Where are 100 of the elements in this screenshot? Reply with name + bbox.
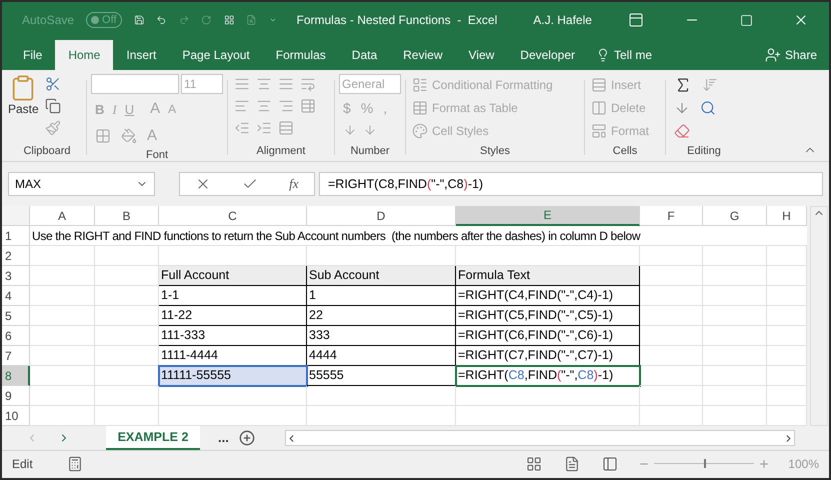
ribbon-tab[interactable]: File bbox=[10, 40, 56, 70]
normal-view-icon[interactable] bbox=[526, 456, 542, 472]
row-header[interactable]: 6 bbox=[2, 326, 30, 346]
empty-cell[interactable] bbox=[703, 306, 767, 326]
empty-cell[interactable] bbox=[703, 286, 767, 306]
empty-cell[interactable] bbox=[640, 306, 703, 326]
empty-cell[interactable] bbox=[307, 386, 456, 406]
row-header[interactable]: 8 bbox=[2, 366, 30, 386]
empty-cell[interactable] bbox=[767, 246, 807, 266]
autosave-label: AutoSave bbox=[22, 12, 74, 29]
user-name: A.J. Hafele bbox=[533, 12, 592, 29]
more-sheets-button[interactable]: ... bbox=[218, 428, 229, 448]
row-header[interactable]: 1 bbox=[2, 226, 30, 246]
table-cell[interactable]: 11111-55555 bbox=[159, 366, 307, 386]
table-cell[interactable]: 11-22 bbox=[159, 306, 307, 326]
sheet-tab[interactable]: EXAMPLE 2 bbox=[106, 426, 200, 450]
note-text[interactable]: Use the RIGHT and FIND functions to return the Sub Account numbers (the numbers after the dashes) in column D below bbox=[30, 226, 807, 246]
tell-me-field[interactable]: Tell me bbox=[614, 46, 652, 64]
ribbon-tab[interactable]: Formulas bbox=[262, 40, 339, 70]
empty-cell[interactable] bbox=[640, 346, 703, 366]
ribbon-tab[interactable]: Home bbox=[55, 40, 114, 70]
share-icon[interactable] bbox=[764, 47, 781, 63]
empty-cell[interactable] bbox=[640, 386, 703, 406]
ribbon-tab[interactable]: Data bbox=[338, 40, 390, 70]
column-header[interactable]: G bbox=[703, 206, 767, 226]
table-cell[interactable]: =RIGHT(C8,FIND("-",C8)-1) bbox=[456, 366, 640, 386]
table-cell[interactable]: 111-333 bbox=[159, 326, 307, 346]
empty-cell[interactable] bbox=[703, 266, 767, 286]
empty-cell[interactable] bbox=[703, 326, 767, 346]
share-button[interactable]: Share bbox=[784, 46, 817, 64]
column-header[interactable]: C bbox=[159, 206, 307, 226]
empty-cell[interactable] bbox=[95, 246, 159, 266]
empty-cell[interactable] bbox=[456, 386, 640, 406]
row-header[interactable]: 4 bbox=[2, 286, 30, 306]
name-box[interactable]: MAX bbox=[8, 172, 155, 196]
insert-function-button[interactable]: fx bbox=[289, 174, 299, 194]
column-header[interactable]: F bbox=[640, 206, 703, 226]
group-label: Font bbox=[144, 148, 169, 163]
maximize-icon[interactable] bbox=[740, 14, 753, 26]
table-cell[interactable]: 1 bbox=[307, 286, 456, 306]
empty-cell[interactable] bbox=[767, 286, 807, 306]
empty-cell[interactable] bbox=[703, 386, 767, 406]
formula-field[interactable]: =RIGHT(C8,FIND("-",C8)-1) bbox=[319, 172, 823, 196]
column-header[interactable]: H bbox=[767, 206, 807, 226]
lightbulb-icon[interactable] bbox=[596, 48, 610, 62]
empty-cell[interactable] bbox=[767, 306, 807, 326]
table-cell[interactable]: =RIGHT(C4,FIND("-",C4)-1) bbox=[456, 286, 640, 306]
empty-cell[interactable] bbox=[703, 346, 767, 366]
page-layout-view-icon[interactable] bbox=[564, 456, 580, 472]
vertical-scrollbar[interactable] bbox=[810, 206, 828, 426]
ribbon-tab[interactable]: Insert bbox=[113, 40, 170, 70]
add-sheet-icon[interactable] bbox=[238, 430, 255, 446]
empty-cell[interactable] bbox=[767, 326, 807, 346]
group-label: Number bbox=[349, 144, 391, 158]
row-header[interactable]: 5 bbox=[2, 306, 30, 326]
table-cell[interactable]: =RIGHT(C7,FIND("-",C7)-1) bbox=[456, 346, 640, 366]
table-cell[interactable]: =RIGHT(C6,FIND("-",C6)-1) bbox=[456, 326, 640, 346]
table-cell[interactable]: 333 bbox=[307, 326, 456, 346]
empty-cell[interactable] bbox=[767, 366, 807, 386]
table-cell[interactable]: 4444 bbox=[307, 346, 456, 366]
ribbon-display-icon[interactable] bbox=[628, 12, 644, 28]
empty-cell[interactable] bbox=[95, 386, 159, 406]
row-header[interactable]: 2 bbox=[2, 246, 30, 266]
column-heading-cell[interactable]: Formula Text bbox=[456, 266, 640, 286]
column-header[interactable]: A bbox=[30, 206, 95, 226]
row-header[interactable]: 9 bbox=[2, 386, 30, 406]
column-heading-cell[interactable]: Sub Account bbox=[307, 266, 456, 286]
empty-cell[interactable] bbox=[95, 306, 159, 326]
row-header[interactable]: 7 bbox=[2, 346, 30, 366]
empty-cell[interactable] bbox=[703, 246, 767, 266]
empty-cell[interactable] bbox=[767, 386, 807, 406]
row-header[interactable]: 3 bbox=[2, 266, 30, 286]
column-header[interactable]: E bbox=[456, 206, 640, 226]
empty-cell[interactable] bbox=[767, 266, 807, 286]
empty-cell[interactable] bbox=[159, 386, 307, 406]
column-header[interactable]: B bbox=[95, 206, 159, 226]
ribbon-tab[interactable]: View bbox=[456, 40, 508, 70]
select-all-corner[interactable] bbox=[2, 206, 30, 226]
column-heading-cell[interactable]: Full Account bbox=[159, 266, 307, 286]
table-cell[interactable]: =RIGHT(C5,FIND("-",C5)-1) bbox=[456, 306, 640, 326]
empty-cell[interactable] bbox=[95, 326, 159, 346]
zoom-in-icon[interactable] bbox=[758, 458, 770, 470]
empty-cell[interactable] bbox=[640, 366, 703, 386]
empty-cell[interactable] bbox=[703, 366, 767, 386]
ribbon-tab[interactable]: Review bbox=[390, 40, 456, 70]
table-cell[interactable]: 1-1 bbox=[159, 286, 307, 306]
empty-cell[interactable] bbox=[640, 286, 703, 306]
empty-cell[interactable] bbox=[640, 246, 703, 266]
empty-cell[interactable] bbox=[640, 326, 703, 346]
table-cell[interactable]: 22 bbox=[307, 306, 456, 326]
ribbon-tab[interactable]: Developer bbox=[507, 40, 588, 70]
zoom-slider-thumb[interactable] bbox=[704, 459, 706, 468]
table-cell[interactable]: 55555 bbox=[307, 366, 456, 386]
empty-cell[interactable] bbox=[95, 346, 159, 366]
empty-cell[interactable] bbox=[767, 346, 807, 366]
ribbon-tab[interactable]: Page Layout bbox=[169, 40, 263, 70]
row-header[interactable]: 10 bbox=[2, 406, 30, 426]
empty-cell[interactable] bbox=[95, 286, 159, 306]
page-break-view-icon[interactable] bbox=[602, 456, 618, 472]
horizontal-scrollbar[interactable] bbox=[284, 430, 795, 446]
